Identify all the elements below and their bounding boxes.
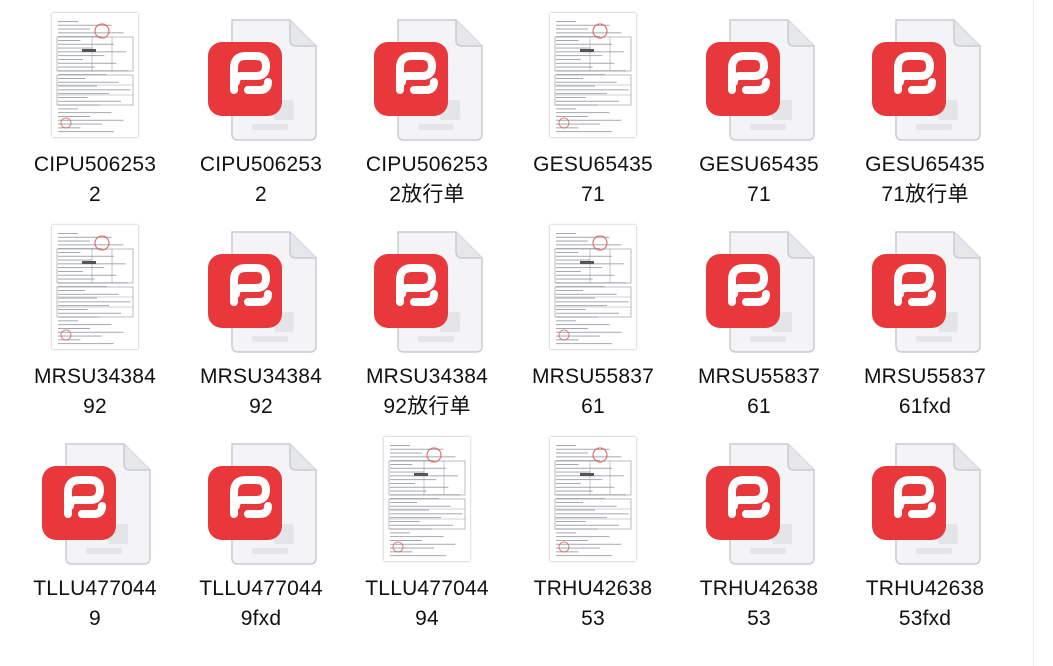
pdf-file-icon xyxy=(352,224,502,354)
pdf-file-icon xyxy=(850,12,1000,142)
pdf-file-icon xyxy=(850,436,1000,566)
file-item[interactable]: MRSU34384 92放行单 xyxy=(352,224,502,429)
pdf-app-icon xyxy=(370,16,490,142)
document-thumbnail xyxy=(518,12,668,142)
file-name-label: TLLU477044 9 xyxy=(33,577,157,630)
document-thumbnail xyxy=(352,436,502,566)
file-name-label: MRSU34384 92放行单 xyxy=(365,365,489,418)
pdf-app-icon xyxy=(868,440,988,566)
file-name-label: MRSU34384 92 xyxy=(33,365,157,418)
pdf-file-icon xyxy=(684,12,834,142)
document-thumbnail xyxy=(20,224,170,354)
file-name-label: GESU65435 71 xyxy=(533,153,653,206)
document-thumbnail xyxy=(518,224,668,354)
file-item[interactable]: CIPU506253 2 xyxy=(20,12,170,217)
file-item[interactable]: GESU65435 71放行单 xyxy=(850,12,1000,217)
pdf-file-icon xyxy=(186,436,336,566)
file-name-label: TRHU42638 53 xyxy=(533,577,653,630)
file-name-label: TRHU42638 53 xyxy=(699,577,819,630)
file-item[interactable]: MRSU34384 92 xyxy=(186,224,336,429)
file-name-label: GESU65435 71放行单 xyxy=(865,153,985,206)
pdf-app-icon xyxy=(204,440,324,566)
file-item[interactable]: CIPU506253 2放行单 xyxy=(352,12,502,217)
pdf-file-icon xyxy=(186,12,336,142)
file-name-label: MRSU55837 61 xyxy=(697,365,821,418)
file-item[interactable]: TLLU477044 9 xyxy=(20,436,170,641)
document-thumbnail xyxy=(518,436,668,566)
file-name-label: TLLU477044 9fxd xyxy=(199,577,323,630)
file-name-label: CIPU506253 2放行单 xyxy=(365,153,489,206)
pdf-file-icon xyxy=(20,436,170,566)
scanned-page-preview-icon xyxy=(550,225,636,349)
pdf-file-icon xyxy=(684,224,834,354)
file-item[interactable]: TRHU42638 53 xyxy=(684,436,834,641)
pdf-app-icon xyxy=(868,228,988,354)
scrollbar-track[interactable] xyxy=(1033,0,1034,666)
pdf-file-icon xyxy=(684,436,834,566)
pdf-file-icon xyxy=(850,224,1000,354)
scanned-page-preview-icon xyxy=(550,437,636,561)
file-item[interactable]: MRSU55837 61 xyxy=(684,224,834,429)
pdf-app-icon xyxy=(868,16,988,142)
file-name-label: MRSU55837 61 xyxy=(531,365,655,418)
file-item[interactable]: CIPU506253 2 xyxy=(186,12,336,217)
file-item[interactable]: TLLU477044 94 xyxy=(352,436,502,641)
document-thumbnail xyxy=(20,12,170,142)
file-name-label: TRHU42638 53fxd xyxy=(865,577,985,630)
file-grid: CIPU506253 2 CIPU506253 2 CIPU506253 2放行… xyxy=(0,0,1020,666)
file-name-label: TLLU477044 94 xyxy=(365,577,489,630)
file-item[interactable]: GESU65435 71 xyxy=(684,12,834,217)
scanned-page-preview-icon xyxy=(550,13,636,137)
file-name-label: CIPU506253 2 xyxy=(33,153,157,206)
file-name-label: GESU65435 71 xyxy=(699,153,819,206)
file-name-label: MRSU55837 61fxd xyxy=(863,365,987,418)
pdf-file-icon xyxy=(352,12,502,142)
scanned-page-preview-icon xyxy=(52,13,138,137)
scrollbar-area[interactable] xyxy=(1020,0,1053,666)
pdf-app-icon xyxy=(702,440,822,566)
file-item[interactable]: MRSU55837 61 xyxy=(518,224,668,429)
pdf-app-icon xyxy=(702,228,822,354)
file-name-label: CIPU506253 2 xyxy=(199,153,323,206)
file-item[interactable]: MRSU34384 92 xyxy=(20,224,170,429)
file-item[interactable]: TLLU477044 9fxd xyxy=(186,436,336,641)
pdf-app-icon xyxy=(38,440,158,566)
file-name-label: MRSU34384 92 xyxy=(199,365,323,418)
scanned-page-preview-icon xyxy=(52,225,138,349)
pdf-app-icon xyxy=(204,228,324,354)
pdf-app-icon xyxy=(702,16,822,142)
scanned-page-preview-icon xyxy=(384,437,470,561)
file-item[interactable]: TRHU42638 53 xyxy=(518,436,668,641)
file-item[interactable]: GESU65435 71 xyxy=(518,12,668,217)
pdf-app-icon xyxy=(204,16,324,142)
pdf-app-icon xyxy=(370,228,490,354)
file-item[interactable]: MRSU55837 61fxd xyxy=(850,224,1000,429)
file-item[interactable]: TRHU42638 53fxd xyxy=(850,436,1000,641)
pdf-file-icon xyxy=(186,224,336,354)
